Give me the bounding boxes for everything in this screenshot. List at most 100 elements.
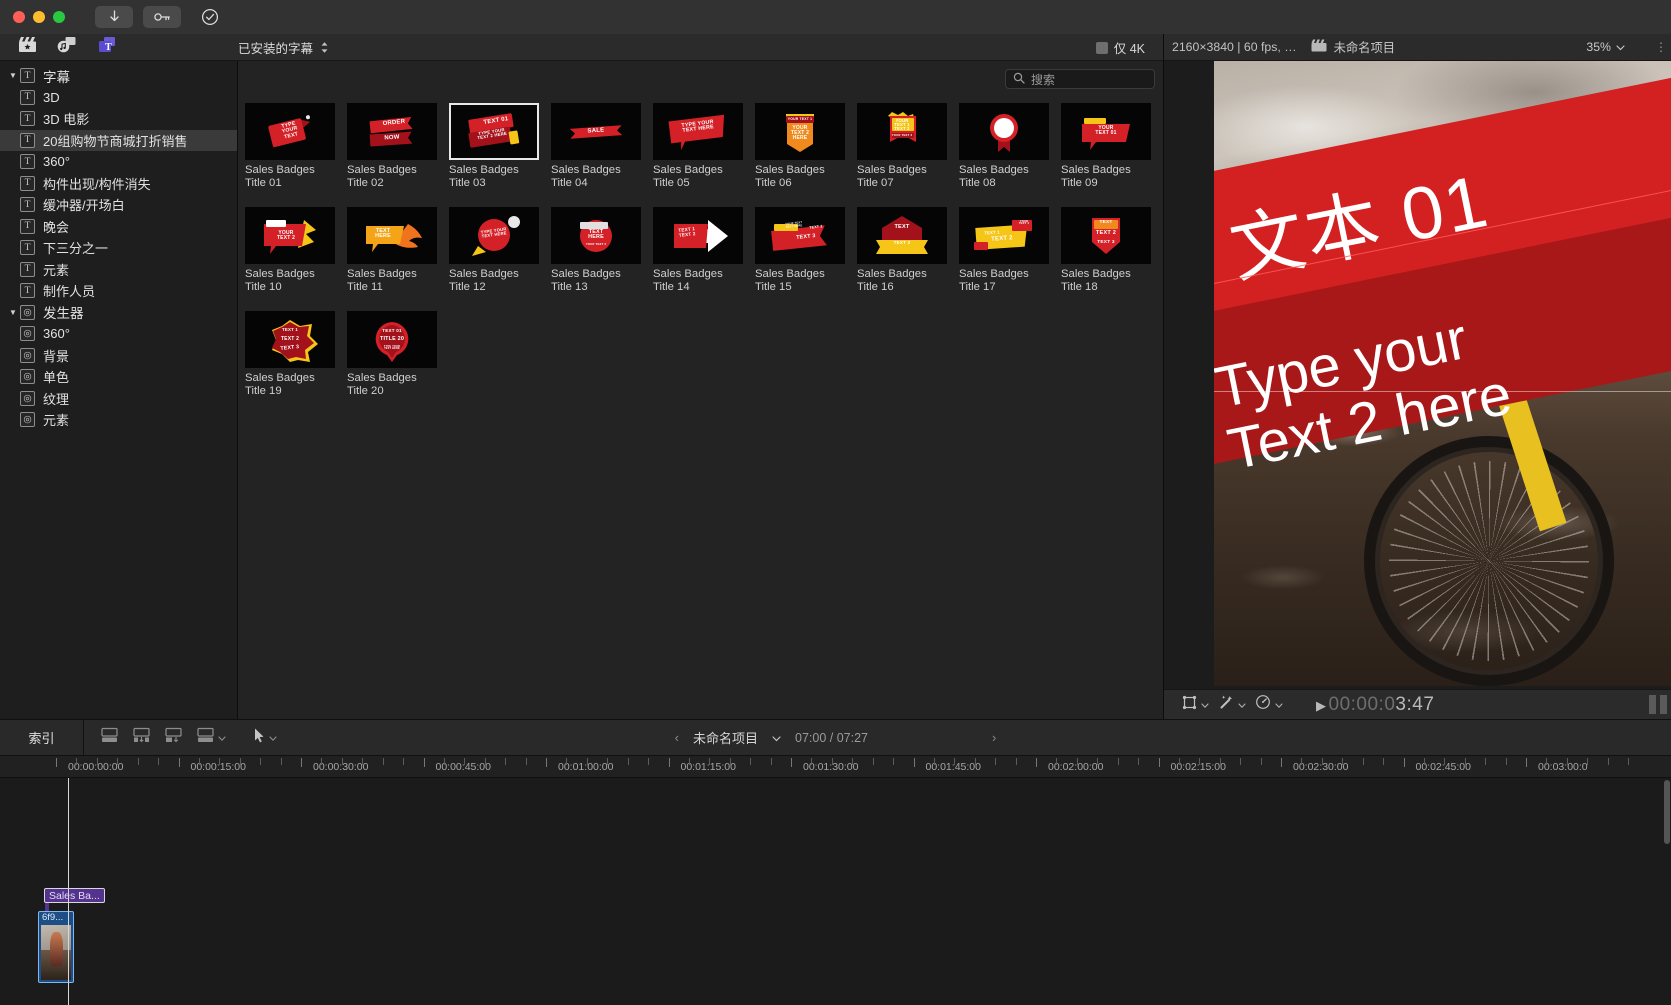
chevron-down-icon[interactable]: [772, 730, 781, 745]
grid-item-thumbnail[interactable]: TYPE YOUR TEXT HERE: [653, 103, 743, 160]
grid-item-thumbnail[interactable]: TEXT 1 TEXT 2 YOUR TEXT 4: [959, 207, 1049, 264]
grid-item-20[interactable]: TEXT 01 TITLE 20 TYPE YOUR TEXT HERE Sales B…: [347, 311, 449, 397]
sidebar-item-0-4[interactable]: T 构件出现/构件消失: [0, 173, 237, 195]
grid-item-7[interactable]: YOUR TEXT 1 TEXT 2 YOUR TEXT 3 Sales Badges T…: [857, 103, 959, 189]
zoom-window-button[interactable]: [53, 11, 65, 23]
grid-item-thumbnail[interactable]: TEXT 01 TITLE 20 TYPE YOUR TEXT HERE: [347, 311, 437, 368]
grid-item-thumbnail[interactable]: YOUR TEXT 1 TEXT 2 YOUR TEXT 3: [857, 103, 947, 160]
timeline-vertical-scrollbar[interactable]: [1664, 780, 1670, 844]
grid-item-thumbnail[interactable]: TEXT HERE: [347, 207, 437, 264]
sidebar-item-0-2[interactable]: T 20组购物节商城打折销售: [0, 129, 237, 151]
minimize-window-button[interactable]: [33, 11, 45, 23]
timeline-ruler[interactable]: 00:00:00:00 00:00:15:00 00:00:30:00 00:00:4…: [0, 756, 1671, 778]
append-button[interactable]: [100, 727, 119, 749]
clip-thumb-figure: [50, 931, 63, 966]
grid-item-8[interactable]: TEXT HERE Sales Badges Title 08: [959, 103, 1061, 189]
grid-item-caption: Sales Badges Title 02: [347, 164, 443, 189]
grid-item-thumbnail[interactable]: TEXT HERE: [959, 103, 1049, 160]
viewer-pause-indicator[interactable]: [1649, 695, 1671, 714]
close-window-button[interactable]: [13, 11, 25, 23]
grid-item-15[interactable]: YOUR TEXT TEXT HERE TEXT 2 TEXT 3 Sales Badg…: [755, 207, 857, 293]
grid-item-thumbnail[interactable]: YOUR TEXT TEXT HERE TEXT 2 TEXT 3: [755, 207, 845, 264]
sidebar-item-0-1[interactable]: T 3D 电影: [0, 108, 237, 130]
grid-item-thumbnail[interactable]: TYPE YOUR TEXT: [245, 103, 335, 160]
grid-item-thumbnail[interactable]: TYPE YOUR TEXT HERE: [449, 207, 539, 264]
viewer-timecode[interactable]: ▶ 00:00:03:47: [1316, 694, 1434, 716]
sidebar-group-titles[interactable]: ▼ T 字幕: [0, 65, 237, 87]
zoom-level-dropdown[interactable]: 35%: [1586, 40, 1625, 54]
tab-titles-generators[interactable]: T: [96, 36, 118, 57]
transform-button[interactable]: [1182, 695, 1209, 715]
grid-item-12[interactable]: TYPE YOUR TEXT HERE Sales Badges Title 12: [449, 207, 551, 293]
tab-media[interactable]: [16, 37, 38, 57]
grid-item-thumbnail[interactable]: TEXT 1 TEXT 2: [653, 207, 743, 264]
grid-item-thumbnail[interactable]: TEXT TEXT 2: [857, 207, 947, 264]
grid-item-9[interactable]: YOUR TEXT 01 Sales Badges Title 09: [1061, 103, 1163, 189]
grid-item-10[interactable]: YOUR TEXT 2 Sales Badges Title 10: [245, 207, 347, 293]
sidebar-item-0-9[interactable]: T 制作人员: [0, 280, 237, 302]
grid-item-4[interactable]: SALE Sales Badges Title 04: [551, 103, 653, 189]
title-T-icon: T: [20, 111, 35, 127]
grid-item-thumbnail[interactable]: TEXT TEXT 2 TEXT 3: [1061, 207, 1151, 264]
grid-item-11[interactable]: TEXT HERE Sales Badges Title 11: [347, 207, 449, 293]
title-clip[interactable]: Sales Ba...: [44, 888, 105, 903]
search-input[interactable]: 搜索: [1005, 69, 1155, 89]
sidebar-item-0-3[interactable]: T 360°: [0, 151, 237, 173]
installed-titles-dropdown[interactable]: 已安装的字幕: [238, 34, 329, 61]
sidebar-item-1-4[interactable]: ◎ 元素: [0, 409, 237, 431]
timeline-index-button[interactable]: 索引: [0, 720, 84, 755]
grid-item-6[interactable]: YOUR TEXT 1 YOUR TEXT 2 HERE Sales Badges Tit…: [755, 103, 857, 189]
enhancements-button[interactable]: [1218, 694, 1246, 715]
sidebar-item-1-2[interactable]: ◎ 单色: [0, 366, 237, 388]
grid-item-3[interactable]: TEXT 01 TYPE YOUR TEXT 2 HERE Sales Badges T…: [449, 103, 551, 189]
next-project-button[interactable]: ›: [992, 730, 996, 745]
window-titlebar: [0, 0, 1671, 34]
sidebar-item-0-6[interactable]: T 晚会: [0, 216, 237, 238]
grid-item-5[interactable]: TYPE YOUR TEXT HERE Sales Badges Title 05: [653, 103, 755, 189]
viewer-project[interactable]: 未命名项目: [1311, 38, 1395, 56]
ruler-minor-tick: [1138, 758, 1140, 765]
sidebar-item-1-0[interactable]: ◎ 360°: [0, 323, 237, 345]
grid-item-thumbnail[interactable]: YOUR TEXT 2: [245, 207, 335, 264]
grid-item-14[interactable]: TEXT 1 TEXT 2 Sales Badges Title 14: [653, 207, 755, 293]
grid-item-thumbnail[interactable]: TEXT HERE YOUR TEXT 2: [551, 207, 641, 264]
sidebar-group-generators[interactable]: ▼ ◎ 发生器: [0, 302, 237, 324]
grid-item-13[interactable]: TEXT HERE YOUR TEXT 2 Sales Badges Title 13: [551, 207, 653, 293]
overwrite-button[interactable]: [196, 727, 226, 749]
share-check-button[interactable]: [191, 6, 229, 28]
import-media-button[interactable]: [95, 6, 133, 28]
insert-button[interactable]: [132, 727, 151, 749]
sidebar-item-0-7[interactable]: T 下三分之一: [0, 237, 237, 259]
grid-item-thumbnail[interactable]: TEXT 1 TEXT 2 TEXT 3: [245, 311, 335, 368]
previous-project-button[interactable]: ‹: [675, 730, 679, 745]
grid-item-17[interactable]: TEXT 1 TEXT 2 YOUR TEXT 4 Sales Badges Title …: [959, 207, 1061, 293]
grid-item-thumbnail[interactable]: SALE: [551, 103, 641, 160]
timeline-body[interactable]: Sales Ba... 6f9...: [0, 778, 1671, 1005]
connect-button[interactable]: [164, 727, 183, 749]
grid-item-19[interactable]: TEXT 1 TEXT 2 TEXT 3 Sales Badges Title 19: [245, 311, 347, 397]
disclosure-triangle-icon[interactable]: ▼: [6, 71, 20, 80]
grid-item-thumbnail[interactable]: YOUR TEXT 1 YOUR TEXT 2 HERE: [755, 103, 845, 160]
sidebar-item-0-8[interactable]: T 元素: [0, 259, 237, 281]
sidebar-item-0-0[interactable]: T 3D: [0, 87, 237, 109]
grid-item-1[interactable]: TYPE YOUR TEXT Sales Badges Title 01: [245, 103, 347, 189]
grid-item-thumbnail[interactable]: TEXT 01 TYPE YOUR TEXT 2 HERE: [449, 103, 539, 160]
sidebar-item-1-3[interactable]: ◎ 纹理: [0, 388, 237, 410]
playhead[interactable]: [68, 778, 69, 1005]
disclosure-triangle-icon[interactable]: ▼: [6, 308, 20, 317]
viewer-stage[interactable]: 文本 01 Type your Text 2 here: [1164, 61, 1671, 689]
grid-item-2[interactable]: ORDER NOW Sales Badges Title 02: [347, 103, 449, 189]
select-tool-button[interactable]: [253, 727, 277, 748]
sidebar-item-0-5[interactable]: T 缓冲器/开场白: [0, 194, 237, 216]
sidebar-item-1-1[interactable]: ◎ 背景: [0, 345, 237, 367]
grid-item-thumbnail[interactable]: ORDER NOW: [347, 103, 437, 160]
grid-item-thumbnail[interactable]: YOUR TEXT 01: [1061, 103, 1151, 160]
keyframe-key-button[interactable]: [143, 6, 181, 28]
grid-item-18[interactable]: TEXT TEXT 2 TEXT 3 Sales Badges Title 18: [1061, 207, 1163, 293]
title-T-icon: T: [20, 132, 35, 148]
viewer-overflow-menu[interactable]: ⋮: [1655, 40, 1667, 54]
tab-audio-effects[interactable]: [56, 36, 78, 57]
grid-item-16[interactable]: TEXT TEXT 2 Sales Badges Title 16: [857, 207, 959, 293]
only-4k-checkbox[interactable]: 仅 4K: [1095, 34, 1145, 61]
retime-button[interactable]: [1255, 694, 1283, 715]
